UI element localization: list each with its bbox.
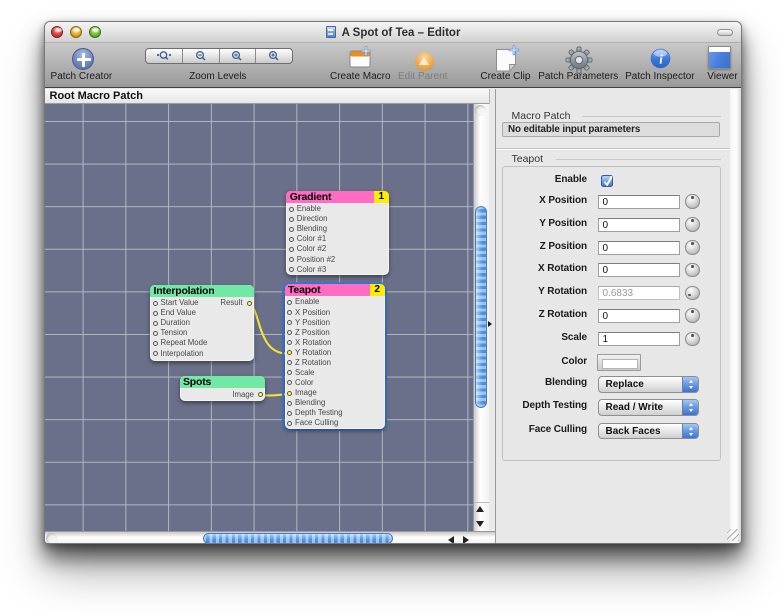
svg-text:i: i [659, 51, 663, 66]
